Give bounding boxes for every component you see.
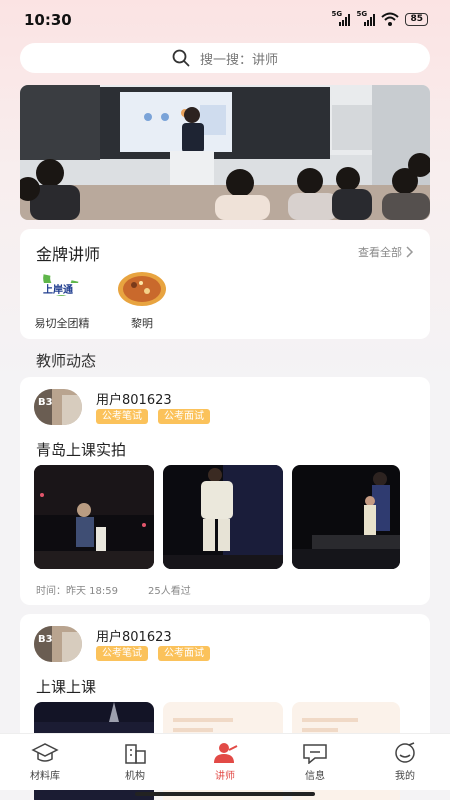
status-icons: 5G 5G 85 xyxy=(331,10,428,26)
signal-icon: 5G xyxy=(331,10,351,26)
post-username: 用户801623 xyxy=(96,393,172,408)
sim1-label: 5G xyxy=(331,10,343,18)
post-photo[interactable] xyxy=(292,465,400,569)
tag-badge: 公考面试 xyxy=(158,646,210,661)
post-photo[interactable] xyxy=(163,465,283,569)
teacher-item[interactable]: 上岸通 易切全团精 xyxy=(22,271,102,331)
nav-label: 信息 xyxy=(305,771,325,782)
sim2-label: 5G xyxy=(356,10,368,18)
graduation-cap-icon xyxy=(31,743,59,762)
message-icon xyxy=(303,744,327,764)
teacher-post[interactable]: B3 用户801623 公考笔试 公考面试 青岛上课实拍 时间：昨天 18:59… xyxy=(20,377,430,605)
post-username: 用户801623 xyxy=(96,630,172,645)
teacher-dynamics-title: 教师动态 xyxy=(36,352,97,370)
teacher-item[interactable]: 黎明 xyxy=(102,271,182,331)
nav-item-messages[interactable]: 信息 xyxy=(270,734,360,790)
nav-label: 材料库 xyxy=(30,771,60,782)
search-bar[interactable]: 搜一搜：讲师 xyxy=(20,43,430,73)
search-icon xyxy=(172,49,190,67)
post-meta: 时间：昨天 18:59 25人看过 xyxy=(36,582,191,597)
post-title: 上课上课 xyxy=(36,678,97,696)
search-placeholder: 搜一搜：讲师 xyxy=(199,52,278,68)
battery-icon: 85 xyxy=(405,12,428,26)
post-photo[interactable] xyxy=(34,465,154,569)
tag-badge: 公考笔试 xyxy=(96,409,148,424)
view-all-label: 查看全部 xyxy=(358,246,402,259)
gold-teachers-title: 金牌讲师 xyxy=(36,245,101,264)
nav-item-teachers[interactable]: 讲师 xyxy=(180,734,270,790)
gold-teachers-card: 金牌讲师 查看全部 上岸通 易切全团精 黎明 xyxy=(20,229,430,339)
profile-face-icon xyxy=(395,742,415,763)
teacher-icon xyxy=(214,743,238,763)
status-time: 10:30 xyxy=(24,11,72,29)
bottom-nav: 材料库 机构 讲师 信息 我的 xyxy=(0,733,450,790)
post-photos xyxy=(34,465,400,569)
post-title: 青岛上课实拍 xyxy=(36,441,127,459)
post-tags: 公考笔试 公考面试 xyxy=(96,646,210,661)
avatar[interactable]: B3 xyxy=(34,626,82,662)
chevron-right-icon xyxy=(406,246,414,258)
tag-badge: 公考面试 xyxy=(158,409,210,424)
svg-text:B3: B3 xyxy=(38,397,53,408)
teacher-name: 易切全团精 xyxy=(34,317,90,330)
status-bar: 10:30 5G 5G 85 xyxy=(0,0,450,40)
nav-label: 机构 xyxy=(125,771,145,782)
svg-text:B3: B3 xyxy=(38,634,53,645)
home-indicator xyxy=(135,792,315,796)
view-all-link[interactable]: 查看全部 xyxy=(358,244,414,260)
post-views: 25人看过 xyxy=(148,586,191,597)
post-tags: 公考笔试 公考面试 xyxy=(96,409,210,424)
nav-label: 我的 xyxy=(395,771,415,782)
classroom-banner-image[interactable] xyxy=(20,85,430,220)
tag-badge: 公考笔试 xyxy=(96,646,148,661)
nav-item-institutions[interactable]: 机构 xyxy=(90,734,180,790)
wifi-icon xyxy=(381,12,400,26)
teacher-avatar xyxy=(118,272,166,306)
building-icon xyxy=(125,744,146,764)
avatar[interactable]: B3 xyxy=(34,389,82,425)
teacher-logo: 上岸通 xyxy=(41,274,85,296)
teacher-name: 黎明 xyxy=(131,317,153,330)
svg-text:上岸通: 上岸通 xyxy=(43,283,73,296)
nav-label: 讲师 xyxy=(215,771,235,782)
signal-icon: 5G xyxy=(356,10,376,26)
nav-item-materials[interactable]: 材料库 xyxy=(0,734,90,790)
nav-item-profile[interactable]: 我的 xyxy=(360,734,450,790)
post-time: 时间：昨天 18:59 xyxy=(36,586,118,597)
